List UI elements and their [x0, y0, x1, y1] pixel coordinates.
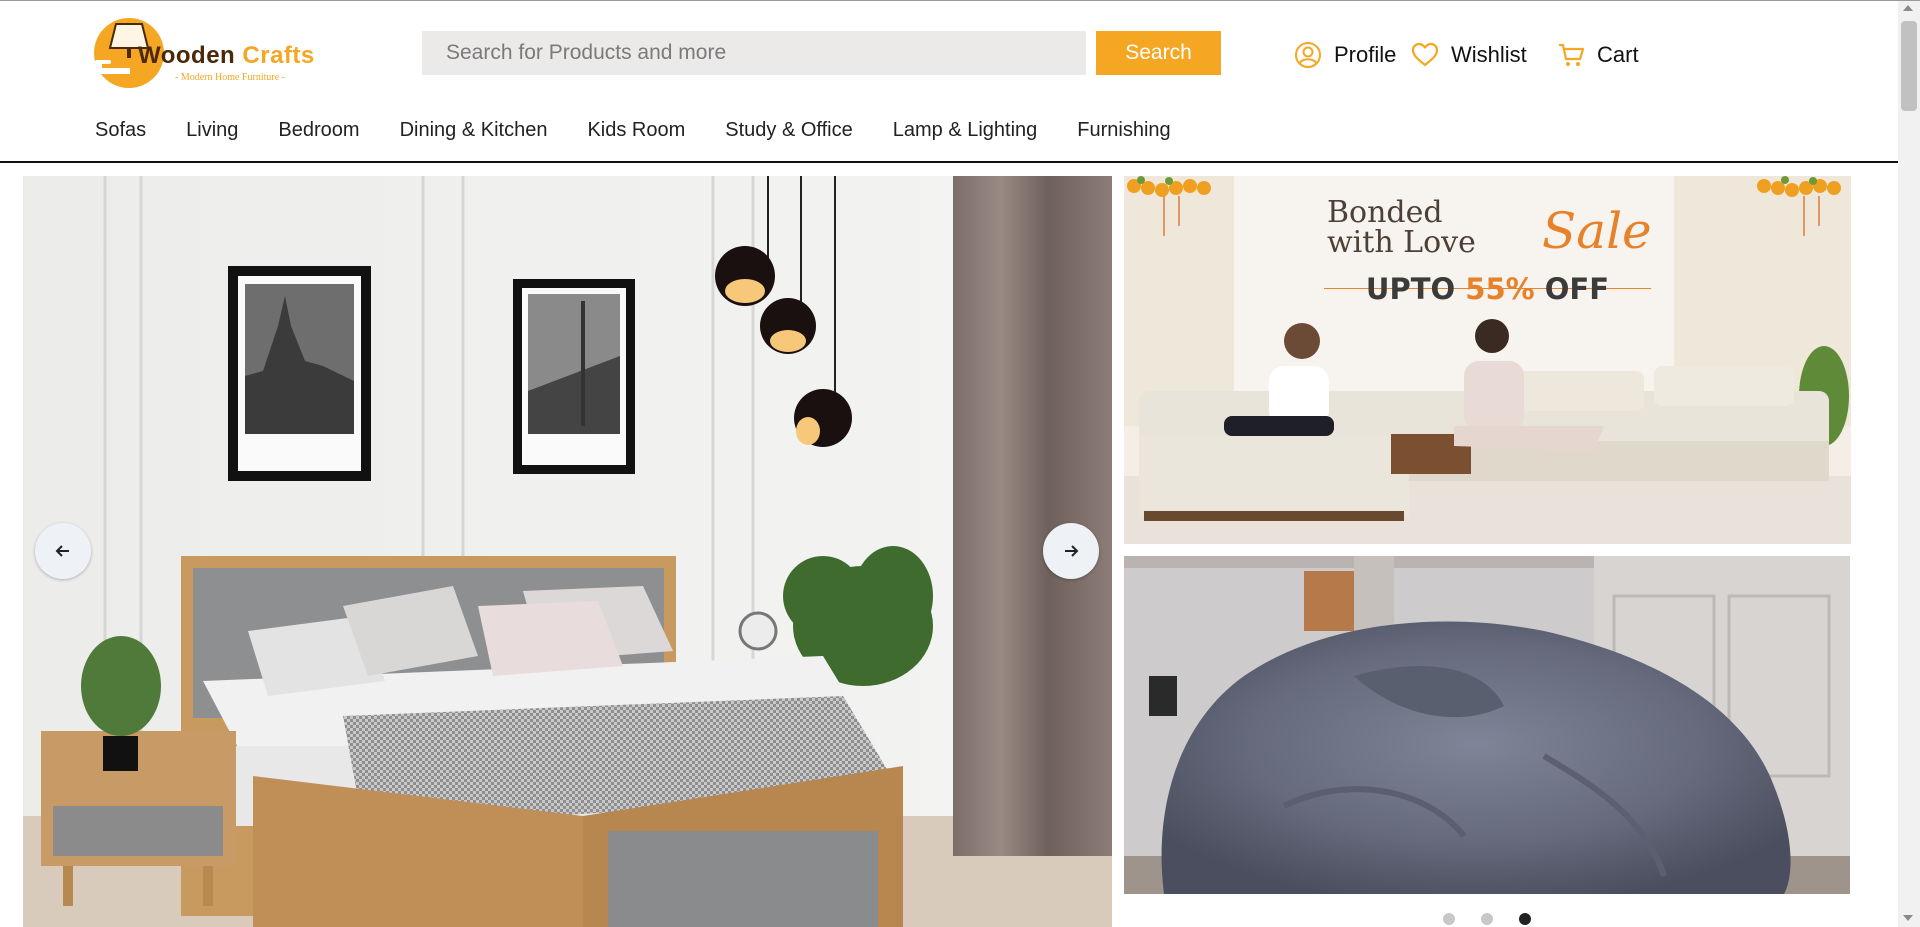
- brand-name-part1: Wooden: [138, 42, 236, 69]
- brand-name-part2: Crafts: [242, 42, 315, 69]
- category-bedroom[interactable]: Bedroom: [278, 119, 359, 142]
- hero-banner-bedroom[interactable]: [23, 176, 1112, 927]
- promo-sale-banner[interactable]: Bonded with Love Sale UPTO 55% OFF: [1124, 176, 1851, 544]
- heart-icon: [1411, 42, 1439, 67]
- brand-logo[interactable]: Wooden Crafts - Modern Home Furniture -: [92, 16, 352, 90]
- site-header: Wooden Crafts - Modern Home Furniture - …: [0, 1, 1898, 162]
- category-furnishing[interactable]: Furnishing: [1077, 119, 1170, 142]
- category-study-office[interactable]: Study & Office: [725, 119, 852, 142]
- search-input[interactable]: [422, 31, 1086, 75]
- carousel-dot-3[interactable]: [1519, 913, 1531, 925]
- user-circle-icon: [1295, 42, 1321, 68]
- header-divider: [0, 161, 1898, 163]
- category-living[interactable]: Living: [186, 119, 238, 142]
- page-scrollbar[interactable]: [1898, 1, 1920, 927]
- promo-offer-suffix: OFF: [1534, 272, 1610, 306]
- brand-name: Wooden Crafts: [138, 44, 315, 68]
- search-button[interactable]: Search: [1096, 31, 1221, 75]
- category-sofas[interactable]: Sofas: [95, 119, 146, 142]
- promo-offer-percent: 55%: [1465, 272, 1535, 306]
- profile-label: Profile: [1334, 42, 1397, 67]
- scroll-up-arrow-icon[interactable]: [1903, 5, 1913, 11]
- profile-link[interactable]: Profile: [1294, 39, 1396, 71]
- arrow-right-icon: [1065, 545, 1079, 557]
- living-room-couple-image: [1124, 176, 1851, 544]
- category-kids-room[interactable]: Kids Room: [587, 119, 685, 142]
- promo-line-bonded: Bonded: [1327, 195, 1443, 230]
- category-lamp-lighting[interactable]: Lamp & Lighting: [893, 119, 1038, 142]
- bean-bag-image: [1124, 556, 1850, 894]
- carousel-dot-1[interactable]: [1443, 913, 1455, 925]
- promo-offer-prefix: UPTO: [1365, 272, 1466, 306]
- cart-icon: [1559, 43, 1585, 66]
- scroll-thumb[interactable]: [1901, 21, 1917, 111]
- category-nav: Sofas Living Bedroom Dining & Kitchen Ki…: [95, 119, 1171, 142]
- cart-label: Cart: [1597, 42, 1639, 67]
- promo-line-with-love: with Love: [1327, 225, 1476, 260]
- carousel-dot-2[interactable]: [1481, 913, 1493, 925]
- promo-beanbag-banner[interactable]: [1124, 556, 1850, 894]
- arrow-left-icon: [55, 545, 69, 557]
- carousel-next-button[interactable]: [1043, 523, 1099, 579]
- bedroom-bed-image: [23, 176, 1112, 927]
- carousel-dots: [1443, 913, 1531, 925]
- cart-link[interactable]: Cart: [1557, 39, 1639, 71]
- promo-offer: UPTO 55% OFF: [1124, 272, 1851, 306]
- carousel-prev-button[interactable]: [35, 523, 91, 579]
- wishlist-label: Wishlist: [1451, 42, 1527, 67]
- category-dining-kitchen[interactable]: Dining & Kitchen: [400, 119, 548, 142]
- wishlist-link[interactable]: Wishlist: [1411, 39, 1527, 71]
- brand-tagline: - Modern Home Furniture -: [175, 72, 285, 83]
- promo-sale-word: Sale: [1542, 202, 1652, 260]
- scroll-down-arrow-icon[interactable]: [1903, 915, 1913, 921]
